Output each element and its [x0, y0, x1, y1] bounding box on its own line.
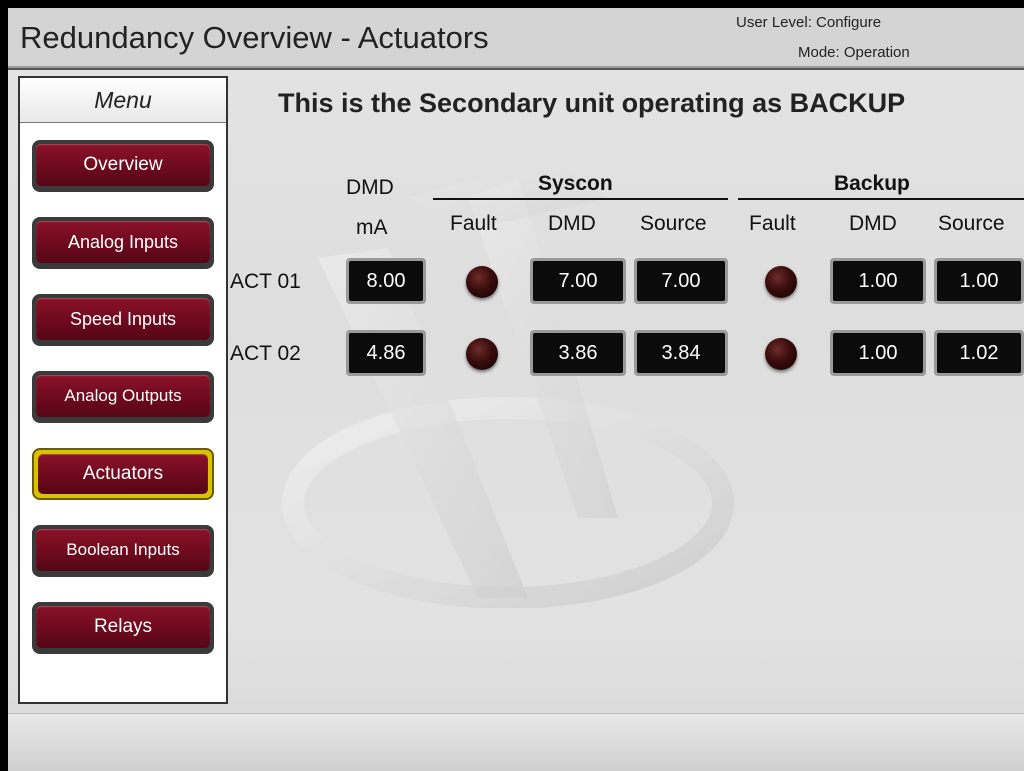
menu-button-analog-outputs[interactable]: Analog Outputs [32, 371, 214, 423]
page-title: Redundancy Overview - Actuators [20, 20, 489, 55]
title-bar: Redundancy Overview - Actuators User Lev… [8, 8, 1024, 70]
value-text: 1.00 [937, 261, 1021, 301]
value-text: 3.84 [637, 333, 725, 373]
value-text: 1.00 [833, 261, 923, 301]
value-text: 8.00 [349, 261, 423, 301]
menu-panel: Menu Overview Analog Inputs Speed Inputs… [18, 76, 228, 704]
syscon-dmd-value: 3.86 [530, 330, 626, 376]
menu-button-label: Analog Outputs [36, 375, 210, 417]
menu-button-overview[interactable]: Overview [32, 140, 214, 192]
menu-button-label: Speed Inputs [36, 298, 210, 340]
value-text: 7.00 [533, 261, 623, 301]
menu-button-label: Actuators [38, 454, 208, 494]
backup-fault-led [765, 266, 797, 298]
backup-source-value: 1.02 [934, 330, 1024, 376]
value-text: 1.02 [937, 333, 1021, 373]
menu-button-label: Overview [36, 144, 210, 186]
backup-fault-led [765, 338, 797, 370]
dmd-ma-value: 8.00 [346, 258, 426, 304]
backup-source-header: Source [938, 212, 1005, 235]
syscon-fault-led [466, 266, 498, 298]
syscon-dmd-value: 7.00 [530, 258, 626, 304]
backup-group-header: Backup [834, 172, 910, 195]
syscon-source-value: 7.00 [634, 258, 728, 304]
mode-label: Mode: Operation [798, 44, 910, 61]
menu-button-label: Analog Inputs [36, 221, 210, 263]
menu-button-boolean-inputs[interactable]: Boolean Inputs [32, 525, 214, 577]
hmi-screen: Redundancy Overview - Actuators User Lev… [8, 8, 1024, 771]
syscon-source-header: Source [640, 212, 707, 235]
bottom-status-bar [8, 713, 1024, 771]
actuator-row-label: ACT 02 [230, 342, 301, 365]
unit-status-message: This is the Secondary unit operating as … [278, 88, 906, 118]
syscon-fault-led [466, 338, 498, 370]
dmd-ma-value: 4.86 [346, 330, 426, 376]
value-text: 4.86 [349, 333, 423, 373]
actuator-row-label: ACT 01 [230, 270, 301, 293]
syscon-divider [433, 198, 728, 200]
backup-source-value: 1.00 [934, 258, 1024, 304]
menu-button-label: Relays [36, 606, 210, 648]
menu-button-relays[interactable]: Relays [32, 602, 214, 654]
backup-dmd-header: DMD [849, 212, 897, 235]
syscon-dmd-header: DMD [548, 212, 596, 235]
user-level-label: User Level: Configure [736, 14, 882, 31]
menu-button-label: Boolean Inputs [36, 529, 210, 571]
menu-button-actuators[interactable]: Actuators [32, 448, 214, 500]
value-text: 3.86 [533, 333, 623, 373]
syscon-group-header: Syscon [538, 172, 613, 195]
syscon-source-value: 3.84 [634, 330, 728, 376]
menu-button-analog-inputs[interactable]: Analog Inputs [32, 217, 214, 269]
menu-title: Menu [20, 78, 226, 123]
backup-dmd-value: 1.00 [830, 258, 926, 304]
ma-unit-header: mA [356, 216, 388, 239]
backup-fault-header: Fault [749, 212, 796, 235]
syscon-fault-header: Fault [450, 212, 497, 235]
value-text: 1.00 [833, 333, 923, 373]
dmd-column-header: DMD [346, 176, 394, 199]
value-text: 7.00 [637, 261, 725, 301]
backup-dmd-value: 1.00 [830, 330, 926, 376]
menu-button-speed-inputs[interactable]: Speed Inputs [32, 294, 214, 346]
backup-divider [738, 198, 1024, 200]
